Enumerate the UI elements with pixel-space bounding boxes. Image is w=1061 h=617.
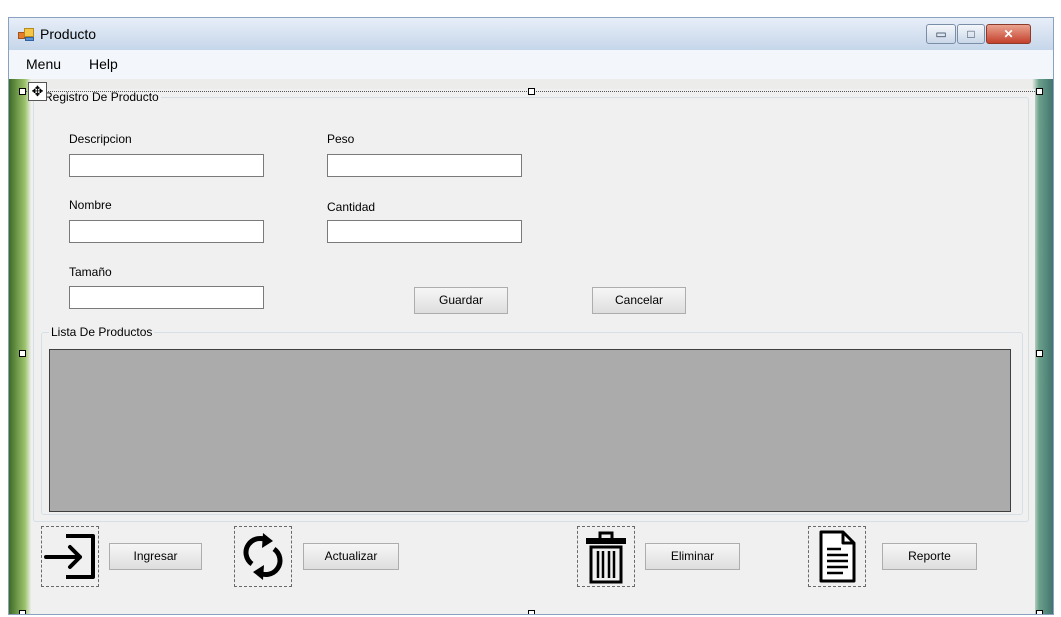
minimize-icon: ▭ <box>935 27 947 41</box>
resize-handle-e[interactable] <box>1036 350 1043 357</box>
ingresar-button[interactable]: Ingresar <box>109 543 202 570</box>
resize-handle-s[interactable] <box>528 610 535 614</box>
window-title: Producto <box>40 26 97 42</box>
descripcion-label: Descripcion <box>69 132 132 146</box>
productos-grid[interactable] <box>49 349 1011 512</box>
tamano-field[interactable] <box>69 286 264 309</box>
nombre-field[interactable] <box>69 220 264 243</box>
actualizar-picture[interactable] <box>234 526 292 587</box>
refresh-icon <box>243 533 283 580</box>
eliminar-button[interactable]: Eliminar <box>645 543 740 570</box>
move-icon[interactable]: ✥ <box>28 82 47 101</box>
registro-groupbox-title: Registro De Producto <box>42 90 161 104</box>
lista-groupbox-title: Lista De Productos <box>49 325 155 339</box>
nombre-label: Nombre <box>69 198 112 212</box>
eliminar-picture[interactable] <box>577 526 635 587</box>
maximize-button[interactable]: □ <box>957 24 985 44</box>
reporte-picture[interactable] <box>808 526 866 587</box>
ingresar-picture[interactable] <box>41 526 99 587</box>
peso-label: Peso <box>327 132 355 146</box>
minimize-button[interactable]: ▭ <box>926 24 956 44</box>
resize-handle-w[interactable] <box>19 350 26 357</box>
resize-handle-sw[interactable] <box>19 610 26 614</box>
menu-item-help[interactable]: Help <box>89 56 118 72</box>
descripcion-field[interactable] <box>69 154 264 177</box>
resize-handle-se[interactable] <box>1036 610 1043 614</box>
maximize-icon: □ <box>967 27 975 41</box>
menu-item-menu[interactable]: Menu <box>26 56 61 72</box>
resize-handle-n[interactable] <box>528 88 535 95</box>
sign-in-icon <box>44 534 95 579</box>
cantidad-label: Cantidad <box>327 200 376 214</box>
tamano-label: Tamaño <box>69 265 112 279</box>
cantidad-field[interactable] <box>327 220 522 243</box>
title-bar[interactable]: Producto ▭ □ ✕ <box>9 18 1053 50</box>
menu-bar: Menu Help <box>9 50 1053 79</box>
guardar-button[interactable]: Guardar <box>414 287 508 314</box>
client-area: Registro De Producto Descripcion Nombre … <box>9 79 1053 614</box>
close-button[interactable]: ✕ <box>986 24 1031 44</box>
actualizar-button[interactable]: Actualizar <box>303 543 399 570</box>
product-window: Producto ▭ □ ✕ Menu Help Registro De Pro… <box>8 17 1054 615</box>
form-surface: Registro De Producto Descripcion Nombre … <box>31 89 1035 614</box>
form-app-icon <box>18 28 34 41</box>
cancelar-button[interactable]: Cancelar <box>592 287 686 314</box>
document-icon <box>819 530 856 583</box>
resize-handle-nw[interactable] <box>19 88 26 95</box>
peso-field[interactable] <box>327 154 522 177</box>
reporte-button[interactable]: Reporte <box>882 543 977 570</box>
resize-handle-ne[interactable] <box>1036 88 1043 95</box>
trash-icon <box>586 531 626 584</box>
close-icon: ✕ <box>1003 27 1014 41</box>
